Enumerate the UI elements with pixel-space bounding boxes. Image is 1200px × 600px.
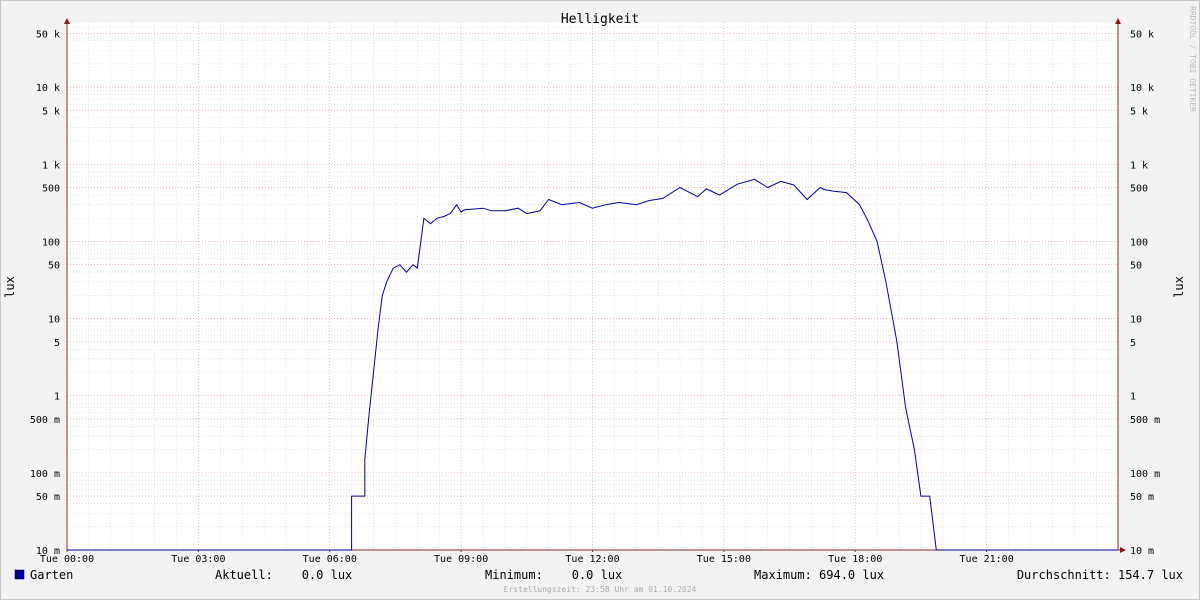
x-tick-labels: Tue 00:00 Tue 03:00 Tue 06:00 Tue 09:00 Tue … — [40, 550, 1014, 565]
y-tick-label-right: 10 k — [1130, 83, 1154, 94]
y-tick-label-right: 1 — [1130, 392, 1136, 403]
legend-current: Aktuell: 0.0 lux — [215, 568, 352, 582]
y-tick-label-right: 50 k — [1130, 29, 1154, 40]
y-tick-label-left: 50 m — [36, 492, 60, 503]
y-tick-label-left: 10 — [48, 315, 60, 326]
y-tick-label-left: 1 k — [42, 160, 60, 171]
y-tick-label-left: 50 k — [36, 29, 60, 40]
y-tick-label-left: 50 — [48, 261, 60, 272]
y-tick-label-right: 1 k — [1130, 160, 1148, 171]
y-tick-labels-right: 50 k 10 k 5 k 1 k 500 100 50 10 5 1 500 m 100 m 50 m… — [1130, 29, 1160, 557]
y-tick-label-left: 5 k — [42, 106, 60, 117]
y-axis-label-left: lux — [3, 276, 17, 298]
y-tick-label-right: 10 — [1130, 315, 1142, 326]
y-tick-label-right: 10 m — [1130, 546, 1154, 557]
x-axis-arrow — [1120, 547, 1126, 553]
brightness-chart: Tue 00:00 Tue 03:00 Tue 06:00 Tue 09:00 Tue … — [3, 6, 1197, 594]
y-tick-label-left: 500 m — [30, 415, 60, 426]
watermark: RRDTOOL / TOBI OETIKER — [1188, 6, 1197, 112]
y-axis-arrow-left — [64, 18, 70, 24]
x-tick-label: Tue 03:00 — [171, 554, 225, 565]
y-tick-label-left: 5 — [54, 338, 60, 349]
y-tick-label-right: 100 m — [1130, 469, 1160, 480]
legend-minimum: Minimum: 0.0 lux — [485, 568, 622, 582]
y-tick-label-right: 500 m — [1130, 415, 1160, 426]
y-tick-label-right: 100 — [1130, 237, 1148, 248]
y-tick-label-left: 10 k — [36, 83, 60, 94]
x-tick-label: Tue 06:00 — [303, 554, 357, 565]
y-tick-labels-left: 50 k 10 k 5 k 1 k 500 100 50 10 5 1 500 m 100 m 50 m… — [30, 29, 60, 557]
x-tick-label: Tue 09:00 — [434, 554, 488, 565]
legend-average: Durchschnitt: 154.7 lux — [1017, 568, 1183, 582]
y-axis-arrow-right — [1115, 18, 1121, 24]
y-tick-label-left: 10 m — [36, 546, 60, 557]
footer-timestamp: Erstellungszeit: 23:58 Uhr am 01.10.2024 — [504, 585, 697, 594]
y-tick-label-left: 500 — [42, 184, 60, 195]
y-tick-label-left: 100 m — [30, 469, 60, 480]
legend-series-name: Garten — [30, 568, 73, 582]
legend-swatch — [14, 569, 25, 580]
x-tick-label: Tue 12:00 — [565, 554, 619, 565]
y-tick-label-right: 5 k — [1130, 106, 1148, 117]
y-tick-label-right: 50 m — [1130, 492, 1154, 503]
y-tick-label-left: 1 — [54, 392, 60, 403]
x-tick-label: Tue 15:00 — [697, 554, 751, 565]
legend-maximum: Maximum: 694.0 lux — [754, 568, 884, 582]
y-tick-label-right: 5 — [1130, 338, 1136, 349]
y-tick-label-right: 500 — [1130, 184, 1148, 195]
y-tick-label-right: 50 — [1130, 261, 1142, 272]
y-axis-label-right: lux — [1172, 276, 1186, 298]
chart-title: Helligkeit — [561, 12, 639, 27]
x-tick-label: Tue 21:00 — [960, 554, 1014, 565]
x-tick-label: Tue 18:00 — [828, 554, 882, 565]
y-tick-label-left: 100 — [42, 237, 60, 248]
